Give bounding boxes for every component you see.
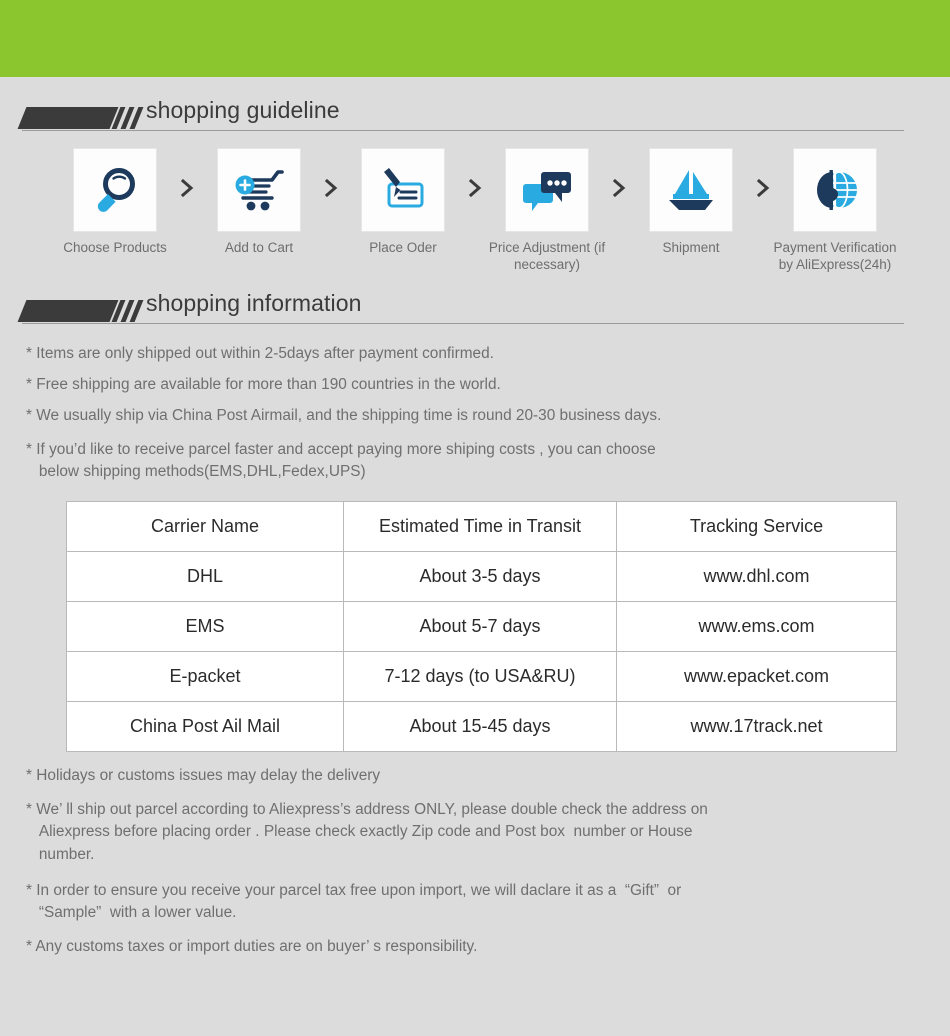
page-root: shopping guideline Choose Products Add t… bbox=[0, 0, 950, 1036]
chevron-right-icon bbox=[605, 149, 633, 197]
table-row: China Post Ail Mail About 15-45 days www… bbox=[66, 701, 897, 753]
step-icon-box bbox=[362, 149, 444, 231]
shipping-methods-table: Carrier Name Estimated Time in Transit T… bbox=[66, 501, 897, 753]
info-line: * We usually ship via China Post Airmail… bbox=[26, 406, 662, 424]
dollar-globe-icon bbox=[817, 170, 857, 210]
table-cell-transit: About 3-5 days bbox=[343, 551, 617, 603]
policy-notes-list: * Holidays or customs issues may delay t… bbox=[0, 767, 950, 956]
table-cell-carrier: EMS bbox=[66, 601, 344, 653]
chat-bubbles-icon bbox=[523, 172, 571, 211]
note-line: * Any customs taxes or import duties are… bbox=[26, 937, 478, 955]
table-cell-carrier: China Post Ail Mail bbox=[66, 701, 344, 753]
shopping-guideline-heading: shopping guideline bbox=[17, 97, 904, 139]
table-cell-tracking: www.ems.com bbox=[616, 601, 897, 653]
step-shipment: Shipment bbox=[633, 149, 749, 257]
chevron-right-icon bbox=[173, 149, 201, 197]
step-payment-verification: Payment Verification by AliExpress(24h) bbox=[773, 149, 897, 274]
shopping-information-title: shopping information bbox=[146, 289, 362, 316]
table-header-row: Carrier Name Estimated Time in Transit T… bbox=[66, 501, 897, 553]
info-line: * If you’d like to receive parcel faster… bbox=[26, 440, 656, 480]
heading-underline bbox=[22, 322, 904, 324]
step-label: Shipment bbox=[662, 240, 720, 255]
table-cell-carrier: E-packet bbox=[66, 651, 344, 703]
shopping-steps-row: Choose Products Add to Cart Place Oder P… bbox=[0, 149, 950, 274]
note-line: * We’ ll ship out parcel according to Al… bbox=[26, 801, 708, 863]
chevron-right-icon bbox=[749, 149, 777, 197]
heading-flag-shape bbox=[17, 107, 119, 129]
step-label: Payment Verification by AliExpress(24h) bbox=[773, 240, 897, 272]
info-line: * Items are only shipped out within 2-5d… bbox=[26, 344, 494, 362]
note-line: * Holidays or customs issues may delay t… bbox=[26, 767, 381, 785]
step-add-to-cart: Add to Cart bbox=[201, 149, 317, 257]
info-line: * Free shipping are available for more t… bbox=[26, 375, 501, 393]
table-header-cell: Carrier Name bbox=[66, 501, 344, 553]
table-cell-transit: About 15-45 days bbox=[343, 701, 617, 753]
shipping-methods-table-wrap: Carrier Name Estimated Time in Transit T… bbox=[66, 501, 897, 753]
step-place-order: Place Oder bbox=[345, 149, 461, 257]
pen-check-icon bbox=[384, 168, 424, 208]
step-icon-box bbox=[794, 149, 876, 231]
note-line: * In order to ensure you receive your pa… bbox=[26, 882, 682, 922]
shopping-information-heading: shopping information bbox=[17, 289, 904, 332]
table-header-cell: Estimated Time in Transit bbox=[343, 501, 617, 553]
magnifier-icon bbox=[97, 168, 135, 212]
step-label: Price Adjustment (if necessary) bbox=[488, 240, 606, 272]
shopping-guideline-title: shopping guideline bbox=[146, 97, 340, 123]
table-cell-tracking: www.17track.net bbox=[616, 701, 897, 753]
step-label: Choose Products bbox=[63, 240, 167, 255]
step-icon-box bbox=[650, 149, 732, 231]
step-price-adjustment: Price Adjustment (if necessary) bbox=[489, 149, 605, 274]
top-green-banner bbox=[0, 0, 950, 77]
table-cell-transit: 7-12 days (to USA&RU) bbox=[343, 651, 617, 703]
chevron-right-icon bbox=[461, 149, 489, 197]
step-icon-box bbox=[74, 149, 156, 231]
heading-underline bbox=[22, 130, 904, 131]
table-header-cell: Tracking Service bbox=[616, 501, 897, 553]
chevron-right-icon bbox=[317, 149, 345, 197]
step-label: Place Oder bbox=[369, 240, 437, 255]
table-cell-tracking: www.epacket.com bbox=[616, 651, 897, 703]
sailboat-icon bbox=[669, 170, 713, 210]
shopping-cart-plus-icon bbox=[235, 170, 284, 211]
step-choose-products: Choose Products bbox=[57, 149, 173, 257]
table-row: E-packet 7-12 days (to USA&RU) www.epack… bbox=[66, 651, 897, 703]
step-icon-box bbox=[218, 149, 300, 231]
step-label: Add to Cart bbox=[224, 240, 294, 255]
table-cell-carrier: DHL bbox=[66, 551, 344, 603]
table-row: EMS About 5-7 days www.ems.com bbox=[66, 601, 897, 653]
step-icon-box bbox=[506, 149, 588, 231]
table-cell-transit: About 5-7 days bbox=[343, 601, 617, 653]
heading-flag-shape bbox=[17, 299, 119, 322]
shipping-info-list: * Items are only shipped out within 2-5d… bbox=[0, 344, 950, 483]
table-cell-tracking: www.dhl.com bbox=[616, 551, 897, 603]
table-row: DHL About 3-5 days www.dhl.com bbox=[66, 551, 897, 603]
